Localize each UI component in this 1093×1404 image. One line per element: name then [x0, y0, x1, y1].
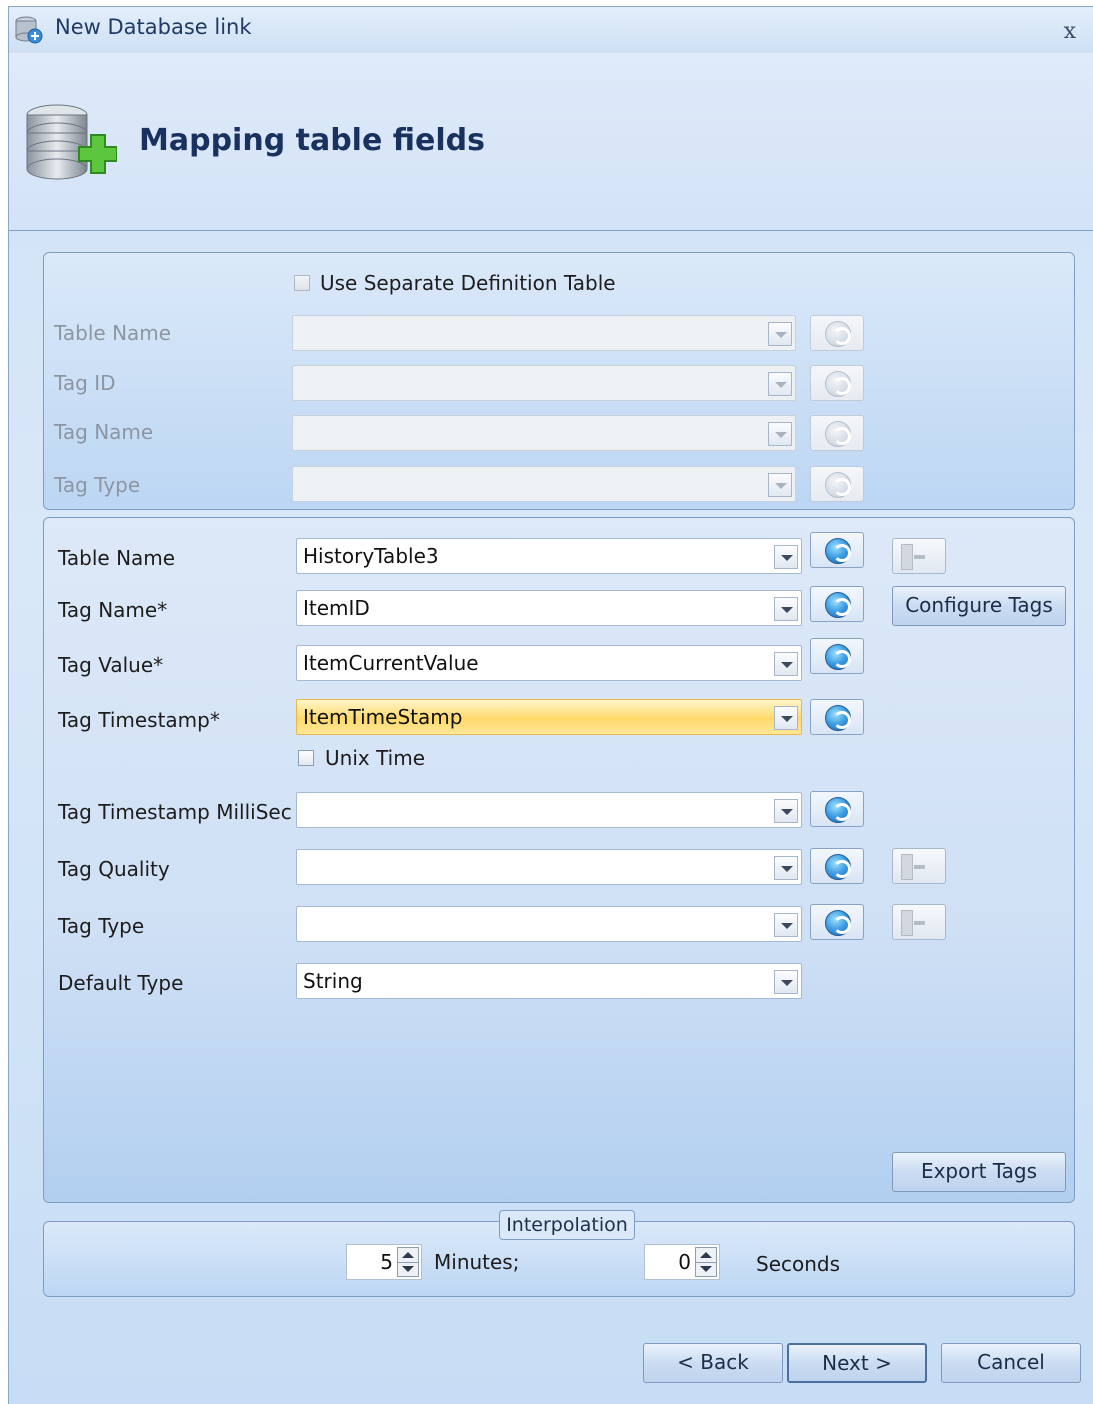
- refresh-icon: [825, 472, 851, 498]
- refresh-icon: [825, 910, 851, 936]
- def-table-name-refresh-button[interactable]: [810, 315, 864, 351]
- dropdown-arrow-icon[interactable]: [768, 473, 792, 497]
- refresh-icon: [825, 592, 851, 618]
- def-tag-id-label: Tag ID: [54, 371, 116, 395]
- spinner-arrows-icon[interactable]: [695, 1247, 717, 1277]
- tag-type-label: Tag Type: [58, 914, 145, 938]
- def-tag-type-refresh-button[interactable]: [810, 466, 864, 502]
- default-type-label: Default Type: [58, 971, 184, 995]
- table-name-combo[interactable]: HistoryTable3: [296, 538, 802, 574]
- wizard-header: Mapping table fields: [9, 53, 1093, 231]
- table-name-columns-button[interactable]: [892, 538, 946, 574]
- tag-timestamp-millisec-label: Tag Timestamp MilliSec: [58, 800, 292, 824]
- tag-quality-refresh-button[interactable]: [810, 848, 864, 884]
- dropdown-arrow-icon[interactable]: [768, 372, 792, 396]
- history-table-mapping-group: Table Name HistoryTable3 Tag Name* ItemI…: [43, 517, 1075, 1203]
- export-tags-button[interactable]: Export Tags: [892, 1152, 1066, 1192]
- columns-map-icon: [901, 544, 939, 570]
- dropdown-arrow-icon[interactable]: [768, 422, 792, 446]
- configure-tags-button[interactable]: Configure Tags: [892, 586, 1066, 626]
- dropdown-arrow-icon[interactable]: [774, 545, 798, 569]
- next-button[interactable]: Next >: [787, 1343, 927, 1383]
- use-separate-definition-label: Use Separate Definition Table: [320, 271, 616, 295]
- table-name-label: Table Name: [58, 546, 176, 570]
- database-add-icon: [26, 104, 117, 180]
- dropdown-arrow-icon[interactable]: [774, 970, 798, 994]
- tag-value-combo[interactable]: ItemCurrentValue: [296, 645, 802, 681]
- minutes-spinner[interactable]: 5: [346, 1244, 422, 1280]
- page-heading: Mapping table fields: [139, 123, 485, 158]
- refresh-icon: [825, 644, 851, 670]
- refresh-icon: [825, 854, 851, 880]
- tag-type-refresh-button[interactable]: [810, 904, 864, 940]
- def-tag-type-combo[interactable]: [292, 466, 796, 502]
- unix-time-checkbox[interactable]: [298, 750, 314, 766]
- dropdown-arrow-icon[interactable]: [774, 597, 798, 621]
- def-tag-type-label: Tag Type: [54, 473, 141, 497]
- close-icon[interactable]: x: [1064, 19, 1076, 44]
- dropdown-arrow-icon[interactable]: [774, 856, 798, 880]
- tag-value-label: Tag Value*: [58, 653, 164, 677]
- def-tag-name-label: Tag Name: [54, 420, 154, 444]
- refresh-icon: [825, 538, 851, 564]
- seconds-spinner[interactable]: 0: [644, 1244, 720, 1280]
- tag-type-combo[interactable]: [296, 906, 802, 942]
- def-tag-id-refresh-button[interactable]: [810, 365, 864, 401]
- tag-quality-columns-button[interactable]: [892, 848, 946, 884]
- minutes-label: Minutes;: [434, 1250, 520, 1274]
- refresh-icon: [825, 797, 851, 823]
- definition-table-group: Use Separate Definition Table Table Name…: [43, 252, 1075, 510]
- interpolation-legend: Interpolation: [499, 1210, 635, 1240]
- columns-map-icon: [901, 854, 939, 880]
- refresh-icon: [825, 421, 851, 447]
- window-title: New Database link: [55, 15, 252, 39]
- tag-name-label: Tag Name*: [58, 598, 168, 622]
- def-table-name-label: Table Name: [54, 321, 172, 345]
- def-tag-name-combo[interactable]: [292, 415, 796, 451]
- spinner-arrows-icon[interactable]: [397, 1247, 419, 1277]
- table-name-refresh-button[interactable]: [810, 532, 864, 568]
- refresh-icon: [825, 371, 851, 397]
- cancel-button[interactable]: Cancel: [941, 1343, 1081, 1383]
- tag-name-refresh-button[interactable]: [810, 586, 864, 622]
- dropdown-arrow-icon[interactable]: [768, 322, 792, 346]
- dropdown-arrow-icon[interactable]: [774, 652, 798, 676]
- title-bar: New Database link x: [9, 7, 1093, 53]
- def-tag-name-refresh-button[interactable]: [810, 415, 864, 451]
- tag-type-columns-button[interactable]: [892, 904, 946, 940]
- unix-time-label: Unix Time: [325, 746, 426, 770]
- tag-timestamp-millisec-combo[interactable]: [296, 792, 802, 828]
- columns-map-icon: [901, 910, 939, 936]
- use-separate-definition-checkbox[interactable]: [294, 275, 310, 291]
- dropdown-arrow-icon[interactable]: [774, 706, 798, 730]
- default-type-combo[interactable]: String: [296, 963, 802, 999]
- tag-name-combo[interactable]: ItemID: [296, 590, 802, 626]
- tag-quality-combo[interactable]: [296, 849, 802, 885]
- new-database-link-window: New Database link x Mapping table fields…: [8, 6, 1093, 1404]
- tag-timestamp-combo[interactable]: ItemTimeStamp: [296, 699, 802, 735]
- database-link-icon: [15, 16, 43, 44]
- def-tag-id-combo[interactable]: [292, 365, 796, 401]
- tag-timestamp-refresh-button[interactable]: [810, 699, 864, 735]
- tag-quality-label: Tag Quality: [58, 857, 170, 881]
- back-button[interactable]: < Back: [643, 1343, 783, 1383]
- dropdown-arrow-icon[interactable]: [774, 913, 798, 937]
- refresh-icon: [825, 705, 851, 731]
- tag-timestamp-millisec-refresh-button[interactable]: [810, 791, 864, 827]
- def-table-name-combo[interactable]: [292, 315, 796, 351]
- refresh-icon: [825, 321, 851, 347]
- seconds-label: Seconds: [756, 1252, 841, 1276]
- tag-timestamp-label: Tag Timestamp*: [58, 708, 220, 732]
- dropdown-arrow-icon[interactable]: [774, 799, 798, 823]
- tag-value-refresh-button[interactable]: [810, 638, 864, 674]
